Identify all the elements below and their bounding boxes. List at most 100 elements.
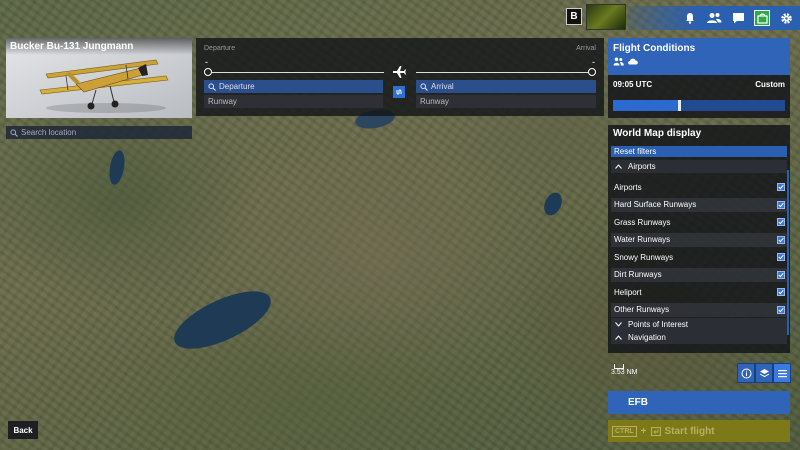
back-button[interactable]: Back <box>8 421 38 439</box>
departure-code: - <box>205 57 208 67</box>
top-bar: B <box>566 4 800 30</box>
filter-row[interactable]: Dirt Runways <box>611 267 787 282</box>
filter-row[interactable]: Other Runways <box>611 302 787 317</box>
search-icon <box>208 82 216 91</box>
filter-label: Heliport <box>614 287 642 297</box>
filter-row[interactable]: Grass Runways <box>611 215 787 229</box>
checkmark-icon <box>778 184 784 190</box>
layers-button[interactable] <box>755 363 773 383</box>
filter-checkbox[interactable] <box>777 270 785 279</box>
time-slider-handle[interactable] <box>678 100 682 111</box>
filter-checkbox[interactable] <box>777 183 785 191</box>
filter-row[interactable]: Water Runways <box>611 232 787 247</box>
plane-icon <box>392 65 406 84</box>
filter-checkbox[interactable] <box>777 288 785 296</box>
filters-scrollbar[interactable] <box>787 170 789 335</box>
arrival-node <box>588 68 596 76</box>
departure-runway-select[interactable]: Runway <box>204 95 383 108</box>
arrival-search-field[interactable]: Arrival <box>416 80 596 93</box>
start-flight-button[interactable]: CTRL + Start flight <box>608 420 790 442</box>
bell-icon[interactable] <box>682 10 698 26</box>
efb-button[interactable]: EFB <box>608 391 790 414</box>
info-icon <box>741 368 751 378</box>
scale-value: 3.53 NM <box>611 369 638 376</box>
search-icon <box>420 82 428 91</box>
filter-row[interactable]: Heliport <box>611 285 787 299</box>
poi-section-label: Points of Interest <box>628 320 689 329</box>
route-line-right <box>416 72 588 73</box>
start-flight-label: Start flight <box>664 425 715 437</box>
time-slider[interactable] <box>613 100 785 111</box>
layers-icon <box>759 368 769 377</box>
chat-icon[interactable] <box>730 10 746 26</box>
checkmark-icon <box>778 289 784 295</box>
filter-label: Water Runways <box>614 235 671 244</box>
filter-checkbox[interactable] <box>777 218 785 226</box>
flight-conditions-header[interactable]: Flight Conditions <box>608 38 790 75</box>
chevron-down-icon <box>615 322 622 327</box>
aircraft-name: Bucker Bu-131 Jungmann <box>6 38 192 55</box>
arrival-runway-label: Runway <box>420 97 449 106</box>
search-location-placeholder: Search location <box>21 128 77 137</box>
arrival-code: - <box>592 57 595 67</box>
chevron-up-icon <box>615 335 622 340</box>
arrival-label: Arrival <box>576 45 596 52</box>
map-scale: 3.53 NM <box>611 364 637 376</box>
filter-checkbox[interactable] <box>777 305 785 314</box>
filter-label: Dirt Runways <box>614 270 662 279</box>
filter-label: Airports <box>614 182 642 192</box>
airports-section-toggle[interactable]: Airports <box>611 160 787 173</box>
filter-label: Grass Runways <box>614 217 671 227</box>
checkmark-icon <box>778 254 784 260</box>
flight-conditions-title: Flight Conditions <box>613 43 696 54</box>
checkmark-icon <box>778 307 784 312</box>
time-slider-fill <box>613 100 679 111</box>
departure-node <box>204 68 212 76</box>
departure-search-field[interactable]: Departure <box>204 80 383 93</box>
filter-checkbox[interactable] <box>777 200 785 209</box>
cloud-icon <box>628 58 638 65</box>
filter-checkbox[interactable] <box>777 235 785 244</box>
checkmark-icon <box>778 202 784 207</box>
airports-section-label: Airports <box>628 162 656 171</box>
time-value: 09:05 UTC <box>613 80 653 89</box>
poi-section-toggle[interactable]: Points of Interest <box>611 318 787 331</box>
search-location-input[interactable]: Search location <box>6 126 192 139</box>
lake <box>166 279 279 361</box>
checkmark-icon <box>778 219 784 225</box>
preset-value: Custom <box>755 80 785 89</box>
map-tools <box>737 363 793 383</box>
reset-filters-button[interactable]: Reset filters <box>611 146 787 157</box>
settings-icon[interactable] <box>778 10 794 26</box>
filter-row[interactable]: Hard Surface Runways <box>611 197 787 212</box>
checkmark-icon <box>778 272 784 277</box>
lake <box>540 189 566 219</box>
filter-row[interactable]: Snowy Runways <box>611 250 787 264</box>
filter-checkbox[interactable] <box>777 253 785 261</box>
filter-label: Hard Surface Runways <box>614 200 697 209</box>
list-button[interactable] <box>773 363 791 383</box>
swap-route-button[interactable] <box>393 86 405 98</box>
info-button[interactable] <box>737 363 755 383</box>
start-key-hint: CTRL <box>612 425 637 437</box>
list-icon <box>777 369 787 377</box>
chevron-up-icon <box>615 164 622 169</box>
start-key-plus: + <box>640 425 647 437</box>
keybind-hint: B <box>566 8 582 25</box>
navigation-section-toggle[interactable]: Navigation <box>611 331 787 344</box>
friends-icon[interactable] <box>706 10 722 26</box>
enter-key-icon <box>650 426 661 436</box>
filter-label: Other Runways <box>614 305 670 314</box>
filter-label: Snowy Runways <box>614 252 674 262</box>
aircraft-card[interactable]: Bucker Bu-131 Jungmann <box>6 38 192 118</box>
departure-runway-label: Runway <box>208 97 237 106</box>
checkmark-icon <box>778 237 784 242</box>
marketplace-icon[interactable] <box>754 10 770 26</box>
lake <box>107 149 127 186</box>
navigation-section-label: Navigation <box>628 333 666 342</box>
avatar[interactable] <box>586 4 626 30</box>
filter-row[interactable]: Airports <box>611 180 787 194</box>
arrival-field-label: Arrival <box>431 82 454 91</box>
arrival-runway-select[interactable]: Runway <box>416 95 596 108</box>
flight-conditions-panel[interactable]: Flight Conditions 09:05 UTC Custom <box>608 38 790 118</box>
